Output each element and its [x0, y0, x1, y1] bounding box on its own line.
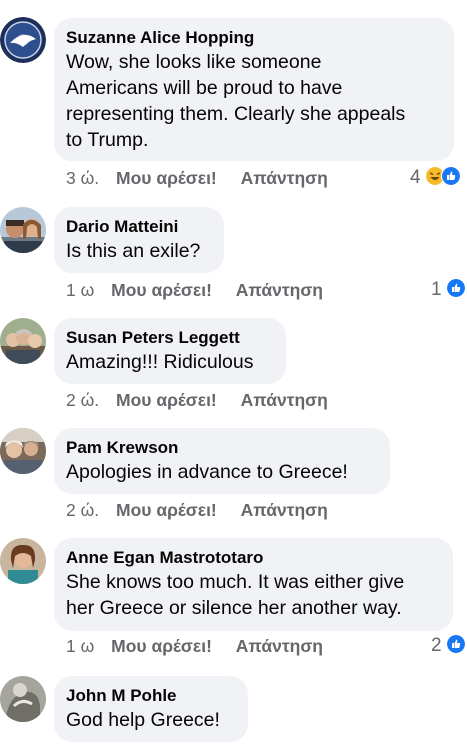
comment-actions: 1 ω Μου αρέσει! Απάντηση — [66, 634, 323, 658]
reaction-count: 1 — [431, 279, 442, 300]
avatar-photo — [0, 428, 46, 474]
reaction-summary[interactable]: 4 — [410, 165, 461, 190]
comment-bubble: Suzanne Alice Hopping Wow, she looks lik… — [54, 18, 454, 161]
avatar[interactable] — [0, 17, 46, 63]
reaction-count: 4 — [410, 167, 421, 188]
comment-bubble: Anne Egan Mastrototaro She knows too muc… — [54, 538, 453, 631]
reaction-summary[interactable]: 1 — [431, 278, 465, 302]
avatar[interactable] — [0, 428, 46, 474]
comment-actions: 3 ώ. Μου αρέσει! Απάντηση — [66, 166, 328, 190]
like-button[interactable]: Μου αρέσει! — [116, 166, 217, 190]
comment-bubble: Dario Matteini Is this an exile? — [54, 207, 224, 273]
comment-timestamp[interactable]: 2 ώ. — [66, 388, 99, 412]
comment-text-line: Americans will be proud to have — [66, 77, 343, 99]
like-button[interactable]: Μου αρέσει! — [116, 388, 217, 412]
reaction-summary[interactable]: 2 — [431, 634, 465, 658]
comment-actions: 2 ώ. Μου αρέσει! Απάντηση — [66, 388, 328, 412]
avatar-photo — [0, 318, 46, 364]
comment-text-line: She knows too much. It was either give — [66, 571, 405, 593]
reaction-count: 2 — [431, 635, 442, 656]
comment-timestamp[interactable]: 3 ώ. — [66, 166, 99, 190]
avatar-photo — [0, 676, 46, 722]
like-icon — [446, 634, 465, 653]
comment-author[interactable]: Anne Egan Mastrototaro — [66, 547, 439, 569]
comment-text-line: Is this an exile? — [66, 240, 201, 262]
comment-text-line: Apologies in advance to Greece! — [66, 461, 348, 483]
comment-text: Amazing!!! Ridiculous — [66, 349, 272, 375]
comment-author[interactable]: Pam Krewson — [66, 437, 376, 459]
comment-text: Is this an exile? — [66, 238, 210, 264]
comment-text: Wow, she looks like someone Americans wi… — [66, 49, 440, 153]
reply-button[interactable]: Απάντηση — [241, 498, 328, 522]
avatar-photo — [0, 538, 46, 584]
comment-author[interactable]: Susan Peters Leggett — [66, 327, 272, 349]
avatar[interactable] — [0, 538, 46, 584]
reply-button[interactable]: Απάντηση — [236, 278, 323, 302]
comment-bubble: Susan Peters Leggett Amazing!!! Ridiculo… — [54, 318, 286, 384]
comment-text-line: Wow, she looks like someone — [66, 51, 322, 73]
like-icon — [446, 278, 465, 297]
avatar[interactable] — [0, 676, 46, 722]
comment-timestamp[interactable]: 1 ω — [66, 278, 94, 302]
comment-bubble: John M Pohle God help Greece! — [54, 676, 248, 742]
comment-text-line: God help Greece! — [66, 709, 220, 731]
comment-text-line: her Greece or silence her another way. — [66, 597, 402, 619]
comment-actions: 2 ώ. Μου αρέσει! Απάντηση — [66, 498, 328, 522]
comment-author[interactable]: Dario Matteini — [66, 216, 210, 238]
avatar[interactable] — [0, 318, 46, 364]
like-button[interactable]: Μου αρέσει! — [111, 278, 212, 302]
comment-timestamp[interactable]: 2 ώ. — [66, 498, 99, 522]
comment-text: Apologies in advance to Greece! — [66, 459, 376, 485]
avatar-badge-image — [0, 17, 46, 63]
comment-text-line: Amazing!!! Ridiculous — [66, 351, 254, 373]
comment-text-line: to Trump. — [66, 129, 149, 151]
comment-author[interactable]: John M Pohle — [66, 685, 234, 707]
comment-author[interactable]: Suzanne Alice Hopping — [66, 27, 440, 49]
avatar-photo — [0, 207, 46, 253]
like-button[interactable]: Μου αρέσει! — [116, 498, 217, 522]
like-button[interactable]: Μου αρέσει! — [111, 634, 212, 658]
comment-bubble: Pam Krewson Apologies in advance to Gree… — [54, 428, 390, 494]
like-icon — [440, 165, 461, 186]
reply-button[interactable]: Απάντηση — [241, 388, 328, 412]
comment-text: God help Greece! — [66, 707, 234, 733]
reply-button[interactable]: Απάντηση — [236, 634, 323, 658]
avatar[interactable] — [0, 207, 46, 253]
comment-timestamp[interactable]: 1 ω — [66, 634, 94, 658]
comment-text: She knows too much. It was either give h… — [66, 569, 439, 621]
reply-button[interactable]: Απάντηση — [241, 166, 328, 190]
comment-actions: 1 ω Μου αρέσει! Απάντηση — [66, 278, 323, 302]
comment-text-line: representing them. Clearly she appeals — [66, 103, 406, 125]
